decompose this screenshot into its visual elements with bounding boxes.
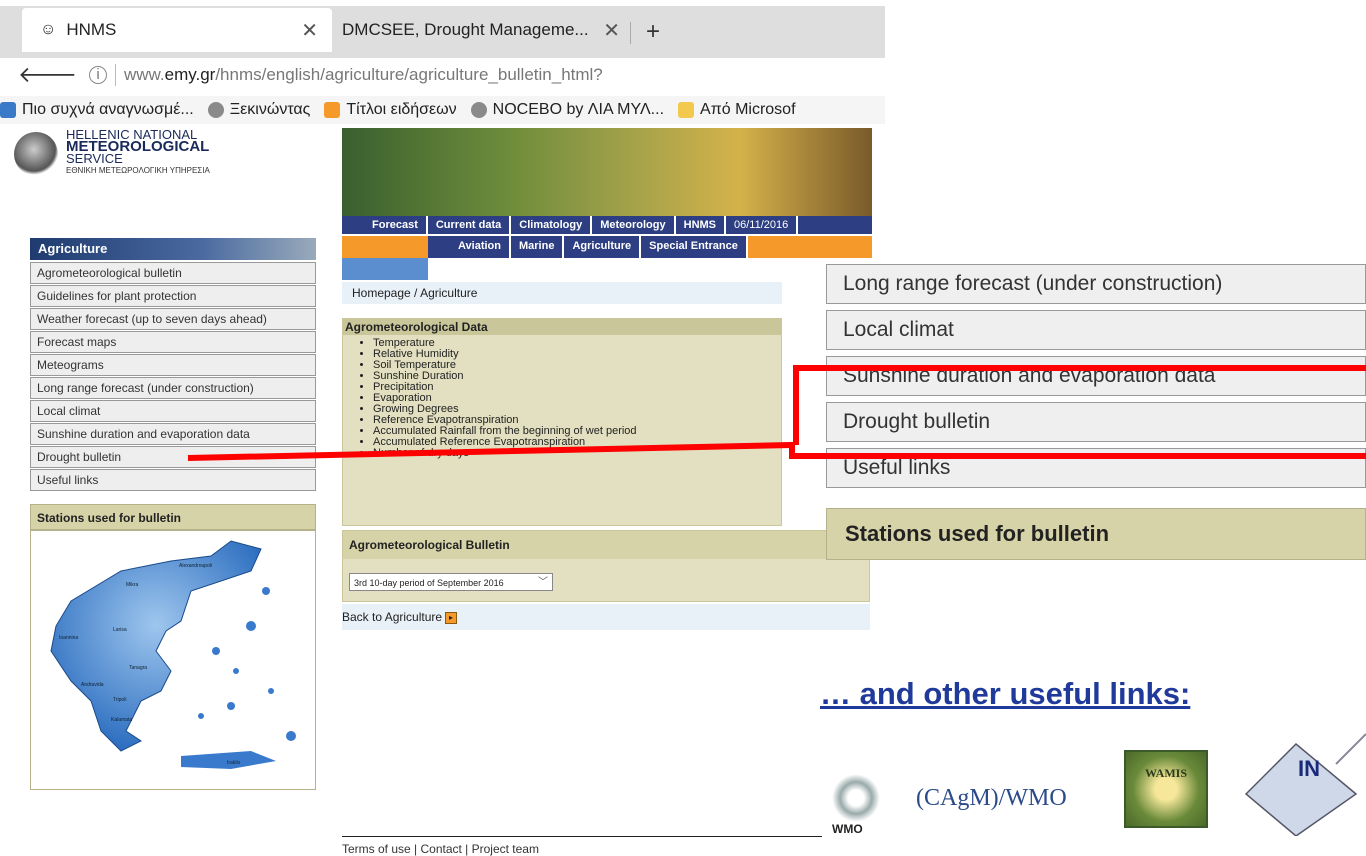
highlight-pointer-line [187,441,1366,461]
in-logo[interactable]: IN [1236,724,1366,836]
other-useful-links-heading: … and other useful links: [820,676,1191,711]
wmo-logo-text: (CAgM)/WMO [916,784,1067,811]
highlight-annotation [187,365,1366,461]
in-logo-text: IN [1298,756,1320,781]
highlight-box-line [793,365,1366,445]
wamis-logo[interactable]: WAMIS [1124,750,1208,828]
un-wreath-icon: WMO [830,768,882,836]
wmo-logo[interactable]: WMO (CAgM)/WMO [830,766,1086,836]
